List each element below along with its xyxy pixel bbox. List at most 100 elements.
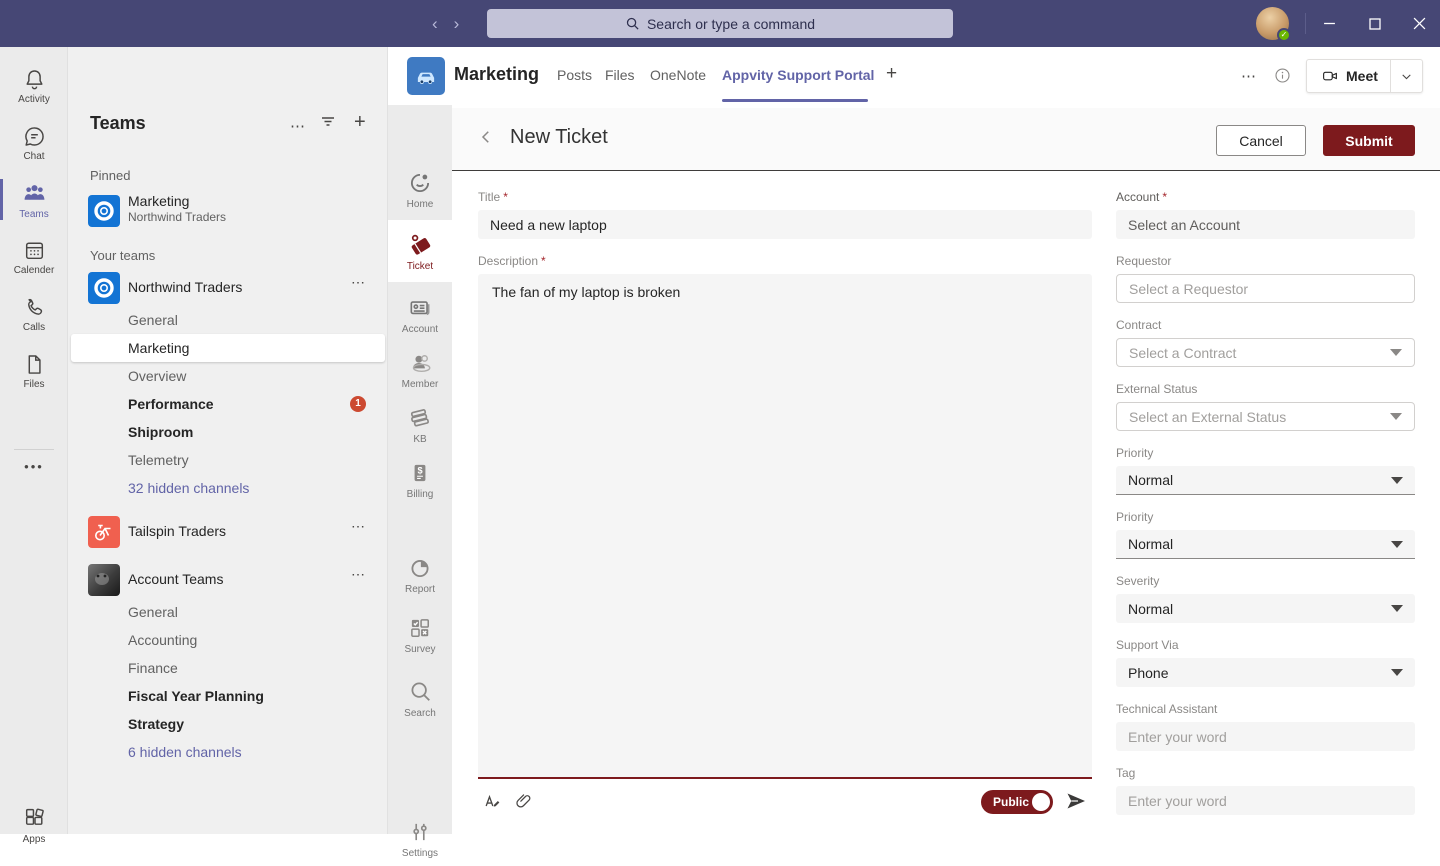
maximize-button[interactable] bbox=[1352, 0, 1398, 47]
support-via-select[interactable]: Phone bbox=[1116, 658, 1415, 687]
sidebar-item-apps[interactable]: Apps bbox=[0, 797, 68, 854]
hidden-channels-link[interactable]: 6 hidden channels bbox=[68, 738, 388, 766]
title-label: Title* bbox=[478, 190, 508, 204]
channel-overview[interactable]: Overview bbox=[68, 362, 388, 390]
channel-finance[interactable]: Finance bbox=[68, 654, 388, 682]
search-icon bbox=[407, 678, 434, 705]
cancel-button[interactable]: Cancel bbox=[1216, 125, 1306, 156]
team-more-button[interactable]: ⋯ bbox=[351, 274, 366, 291]
teams-list-panel: Teams ⋯ + Pinned Marketing Northwind Tra… bbox=[68, 47, 388, 834]
tab-appvity-support-portal[interactable]: Appvity Support Portal bbox=[722, 67, 874, 83]
join-create-team-button[interactable]: + bbox=[354, 111, 366, 134]
rail-item-billing[interactable]: $ Billing bbox=[388, 452, 452, 507]
avatar[interactable]: ✓ bbox=[1256, 7, 1289, 40]
header-more-button[interactable]: ⋯ bbox=[1241, 67, 1257, 85]
minimize-button[interactable] bbox=[1306, 0, 1352, 47]
team-more-button[interactable]: ⋯ bbox=[351, 566, 366, 583]
send-arrow-icon bbox=[1064, 789, 1088, 813]
team-name: Northwind Traders bbox=[128, 279, 242, 295]
technical-assistant-label: Technical Assistant bbox=[1116, 702, 1217, 716]
rail-item-home[interactable]: Home bbox=[388, 162, 452, 217]
hidden-channels-link[interactable]: 32 hidden channels bbox=[68, 474, 388, 502]
meet-button[interactable]: Meet bbox=[1307, 60, 1390, 92]
sidebar-item-activity[interactable]: Activity bbox=[0, 57, 68, 114]
sidebar-item-calls[interactable]: Calls bbox=[0, 285, 68, 342]
app-bar: Activity Chat Teams Calender Calls Files… bbox=[0, 47, 68, 834]
external-status-select[interactable]: Select an External Status bbox=[1116, 402, 1415, 431]
rail-divider bbox=[14, 449, 54, 450]
more-apps-button[interactable]: ••• bbox=[0, 459, 68, 474]
channel-accounting[interactable]: Accounting bbox=[68, 626, 388, 654]
file-icon bbox=[22, 352, 47, 377]
tab-files[interactable]: Files bbox=[605, 67, 635, 83]
attach-button[interactable] bbox=[514, 791, 534, 816]
severity-label: Severity bbox=[1116, 574, 1159, 588]
team-tailspin-traders[interactable]: Tailspin Traders ⋯ bbox=[68, 516, 388, 552]
filter-icon[interactable] bbox=[320, 113, 336, 133]
rail-item-label: Home bbox=[407, 199, 434, 210]
format-button[interactable] bbox=[482, 791, 502, 816]
meet-options-button[interactable] bbox=[1391, 60, 1422, 92]
teams-more-button[interactable]: ⋯ bbox=[290, 117, 305, 135]
info-icon[interactable] bbox=[1273, 66, 1292, 90]
tag-input[interactable]: Enter your word bbox=[1116, 786, 1415, 815]
submit-button[interactable]: Submit bbox=[1323, 125, 1415, 156]
send-button[interactable] bbox=[1064, 789, 1088, 818]
sidebar-item-files[interactable]: Files bbox=[0, 342, 68, 399]
search-placeholder: Search or type a command bbox=[647, 16, 815, 32]
sidebar-item-calendar[interactable]: Calender bbox=[0, 228, 68, 285]
team-more-button[interactable]: ⋯ bbox=[351, 518, 366, 535]
channel-performance[interactable]: Performance 1 bbox=[68, 390, 388, 418]
close-button[interactable] bbox=[1396, 0, 1440, 47]
rail-item-report[interactable]: Report bbox=[388, 547, 452, 602]
ticket-icon bbox=[407, 231, 434, 258]
close-icon bbox=[1413, 17, 1426, 30]
severity-select[interactable]: Normal bbox=[1116, 594, 1415, 623]
rail-item-account[interactable]: Account bbox=[388, 287, 452, 342]
search-input[interactable]: Search or type a command bbox=[487, 9, 953, 38]
channel-shiproom[interactable]: Shiproom bbox=[68, 418, 388, 446]
channel-general[interactable]: General bbox=[68, 598, 388, 626]
priority-select[interactable]: Normal bbox=[1116, 466, 1415, 495]
title-input[interactable]: Need a new laptop bbox=[478, 210, 1092, 239]
channel-fiscal-year-planning[interactable]: Fiscal Year Planning bbox=[68, 682, 388, 710]
priority-select[interactable]: Normal bbox=[1116, 530, 1415, 559]
rail-item-ticket[interactable]: Ticket bbox=[388, 220, 452, 282]
report-pie-icon bbox=[407, 555, 433, 581]
sidebar-item-chat[interactable]: Chat bbox=[0, 114, 68, 171]
priority-label: Priority bbox=[1116, 510, 1153, 524]
contract-select[interactable]: Select a Contract bbox=[1116, 338, 1415, 367]
presence-available-icon: ✓ bbox=[1277, 28, 1291, 42]
marketing-channel-icon bbox=[407, 57, 445, 95]
pinned-channel-marketing[interactable]: Marketing Northwind Traders bbox=[68, 193, 388, 233]
rail-item-member[interactable]: Member bbox=[388, 342, 452, 397]
account-teams-photo bbox=[88, 564, 120, 596]
rail-item-settings[interactable]: Settings bbox=[388, 811, 452, 866]
tab-posts[interactable]: Posts bbox=[557, 67, 592, 83]
tab-onenote[interactable]: OneNote bbox=[650, 67, 706, 83]
rail-item-survey[interactable]: Survey bbox=[388, 607, 452, 662]
team-northwind-traders[interactable]: Northwind Traders ⋯ bbox=[68, 272, 388, 308]
channel-telemetry[interactable]: Telemetry bbox=[68, 446, 388, 474]
sidebar-item-teams[interactable]: Teams bbox=[0, 171, 68, 228]
channel-marketing-selected[interactable]: Marketing bbox=[71, 334, 385, 362]
team-account-teams[interactable]: Account Teams ⋯ bbox=[68, 564, 388, 600]
technical-assistant-input[interactable]: Enter your word bbox=[1116, 722, 1415, 751]
requestor-input[interactable]: Select a Requestor bbox=[1116, 274, 1415, 303]
account-select[interactable]: Select an Account bbox=[1116, 210, 1415, 239]
rail-item-kb[interactable]: KB bbox=[388, 397, 452, 452]
settings-sliders-icon bbox=[407, 819, 433, 845]
activity-bell-icon bbox=[22, 67, 47, 92]
back-button[interactable] bbox=[477, 126, 495, 152]
tailspin-team-logo bbox=[88, 516, 120, 548]
channel-general[interactable]: General bbox=[68, 306, 388, 334]
nav-back-icon[interactable]: ‹ bbox=[432, 14, 438, 34]
rail-item-search[interactable]: Search bbox=[388, 671, 452, 726]
pinned-channel-team: Northwind Traders bbox=[128, 210, 226, 224]
visibility-toggle[interactable]: Public bbox=[981, 790, 1053, 814]
description-textarea[interactable]: The fan of my laptop is broken bbox=[478, 274, 1092, 779]
nav-forward-icon[interactable]: › bbox=[454, 14, 460, 34]
channel-strategy[interactable]: Strategy bbox=[68, 710, 388, 738]
add-tab-button[interactable]: + bbox=[886, 63, 897, 85]
phone-icon bbox=[22, 295, 47, 320]
